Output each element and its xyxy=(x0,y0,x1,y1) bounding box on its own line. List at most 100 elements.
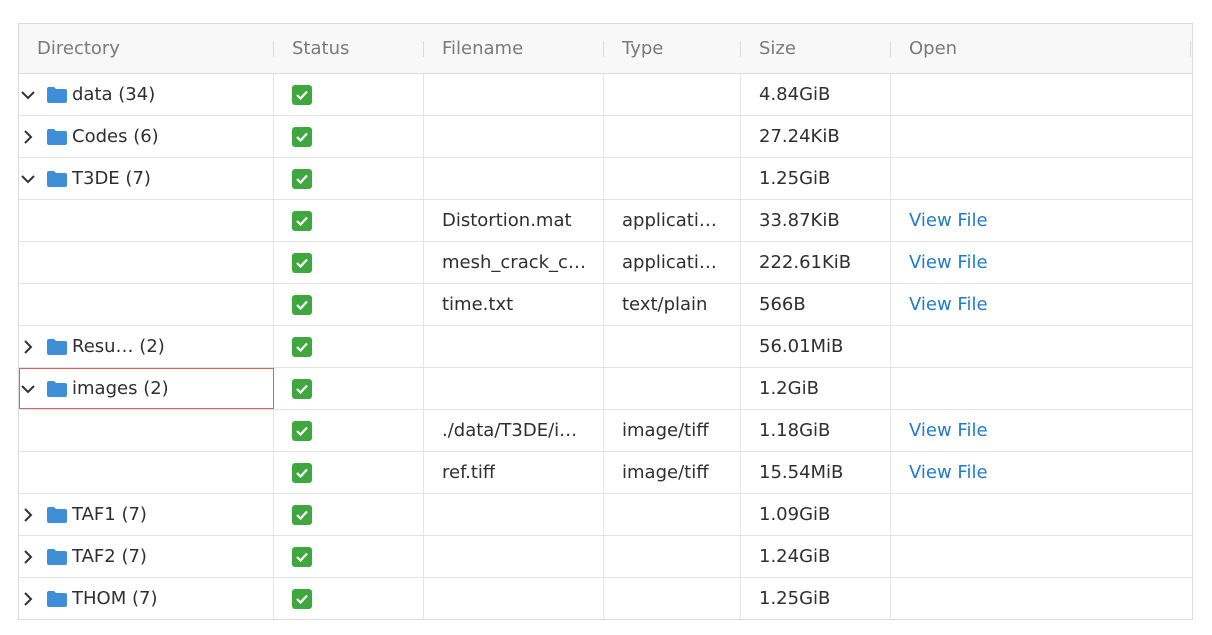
folder-icon xyxy=(47,170,67,187)
type-cell xyxy=(604,536,741,577)
filename-text: ./data/T3DE/i… xyxy=(442,420,578,441)
table-row[interactable]: time.txt text/plain 566B View File xyxy=(19,284,1192,326)
folder-icon xyxy=(47,128,67,145)
column-header-size[interactable]: Size xyxy=(741,24,891,73)
check-mark-icon xyxy=(292,126,312,147)
table-row[interactable]: TAF1 (7) 1.09GiB xyxy=(19,494,1192,536)
chevron-down-icon[interactable] xyxy=(19,170,37,188)
status-cell xyxy=(274,494,424,535)
column-header-open-label: Open xyxy=(909,38,958,59)
type-text: applicati… xyxy=(622,252,717,273)
type-cell: text/plain xyxy=(604,284,741,325)
type-cell: image/tiff xyxy=(604,452,741,493)
chevron-down-icon[interactable] xyxy=(19,380,37,398)
table-row[interactable]: ref.tiff image/tiff 15.54MiB View File xyxy=(19,452,1192,494)
type-cell xyxy=(604,158,741,199)
filename-cell: Distortion.mat xyxy=(424,200,604,241)
chevron-right-icon[interactable] xyxy=(19,506,37,524)
column-header-open[interactable]: Open xyxy=(891,24,1192,73)
item-count: (6) xyxy=(133,126,159,147)
table-row[interactable]: images (2) 1.2GiB xyxy=(19,368,1192,410)
filename-cell xyxy=(424,326,604,367)
filename-cell xyxy=(424,536,604,577)
status-cell xyxy=(274,410,424,451)
table-row[interactable]: Resu… (2) 56.01MiB xyxy=(19,326,1192,368)
view-file-link[interactable]: View File xyxy=(909,210,988,231)
status-cell xyxy=(274,284,424,325)
filename-cell: time.txt xyxy=(424,284,604,325)
size-text: 1.24GiB xyxy=(759,546,831,567)
directory-name: Resu… xyxy=(72,336,134,357)
open-cell: View File xyxy=(891,200,1192,241)
table-row[interactable]: ./data/T3DE/i… image/tiff 1.18GiB View F… xyxy=(19,410,1192,452)
type-cell: image/tiff xyxy=(604,410,741,451)
item-count: (7) xyxy=(121,504,147,525)
filename-cell xyxy=(424,74,604,115)
directory-cell xyxy=(19,242,274,283)
directory-cell: images (2) xyxy=(19,368,274,409)
status-cell xyxy=(274,242,424,283)
view-file-link[interactable]: View File xyxy=(909,462,988,483)
table-row[interactable]: TAF2 (7) 1.24GiB xyxy=(19,536,1192,578)
size-text: 33.87KiB xyxy=(759,210,840,231)
status-cell xyxy=(274,452,424,493)
chevron-right-icon[interactable] xyxy=(19,338,37,356)
column-header-directory[interactable]: Directory xyxy=(19,24,274,73)
directory-name: THOM xyxy=(72,588,127,609)
table-row[interactable]: T3DE (7) 1.25GiB xyxy=(19,158,1192,200)
open-cell xyxy=(891,116,1192,157)
column-header-filename[interactable]: Filename xyxy=(424,24,604,73)
directory-name: T3DE xyxy=(72,168,120,189)
column-header-status[interactable]: Status xyxy=(274,24,424,73)
check-mark-icon xyxy=(292,294,312,315)
view-file-link[interactable]: View File xyxy=(909,294,988,315)
table-row[interactable]: mesh_crack_c… applicati… 222.61KiB View … xyxy=(19,242,1192,284)
item-count: (34) xyxy=(118,84,156,105)
folder-icon xyxy=(47,86,67,103)
column-header-type[interactable]: Type xyxy=(604,24,741,73)
view-file-link[interactable]: View File xyxy=(909,252,988,273)
open-cell xyxy=(891,74,1192,115)
open-cell: View File xyxy=(891,284,1192,325)
size-text: 566B xyxy=(759,294,806,315)
directory-cell xyxy=(19,410,274,451)
size-text: 56.01MiB xyxy=(759,336,844,357)
size-cell: 1.25GiB xyxy=(741,578,891,619)
size-text: 222.61KiB xyxy=(759,252,852,273)
folder-icon xyxy=(47,338,67,355)
view-file-link[interactable]: View File xyxy=(909,420,988,441)
chevron-down-icon[interactable] xyxy=(19,86,37,104)
size-cell: 1.25GiB xyxy=(741,158,891,199)
chevron-right-icon[interactable] xyxy=(19,128,37,146)
size-text: 4.84GiB xyxy=(759,84,831,105)
size-cell: 566B xyxy=(741,284,891,325)
status-cell xyxy=(274,368,424,409)
folder-icon xyxy=(47,506,67,523)
status-cell xyxy=(274,578,424,619)
size-cell: 1.09GiB xyxy=(741,494,891,535)
size-cell: 1.2GiB xyxy=(741,368,891,409)
table-row[interactable]: Distortion.mat applicati… 33.87KiB View … xyxy=(19,200,1192,242)
filename-cell: ref.tiff xyxy=(424,452,604,493)
directory-cell: Resu… (2) xyxy=(19,326,274,367)
status-cell xyxy=(274,158,424,199)
filename-cell xyxy=(424,158,604,199)
size-text: 1.09GiB xyxy=(759,504,831,525)
size-cell: 1.18GiB xyxy=(741,410,891,451)
filename-cell: ./data/T3DE/i… xyxy=(424,410,604,451)
size-cell: 15.54MiB xyxy=(741,452,891,493)
chevron-right-icon[interactable] xyxy=(19,590,37,608)
table-row[interactable]: Codes (6) 27.24KiB xyxy=(19,116,1192,158)
type-cell xyxy=(604,116,741,157)
directory-cell: data (34) xyxy=(19,74,274,115)
directory-cell: TAF1 (7) xyxy=(19,494,274,535)
grid-header: Directory Status Filename Type Size Open xyxy=(19,24,1192,74)
table-row[interactable]: THOM (7) 1.25GiB xyxy=(19,578,1192,619)
type-cell xyxy=(604,326,741,367)
chevron-right-icon[interactable] xyxy=(19,548,37,566)
table-row[interactable]: data (34) 4.84GiB xyxy=(19,74,1192,116)
column-header-size-label: Size xyxy=(759,38,796,59)
open-cell xyxy=(891,494,1192,535)
size-text: 15.54MiB xyxy=(759,462,844,483)
size-cell: 222.61KiB xyxy=(741,242,891,283)
